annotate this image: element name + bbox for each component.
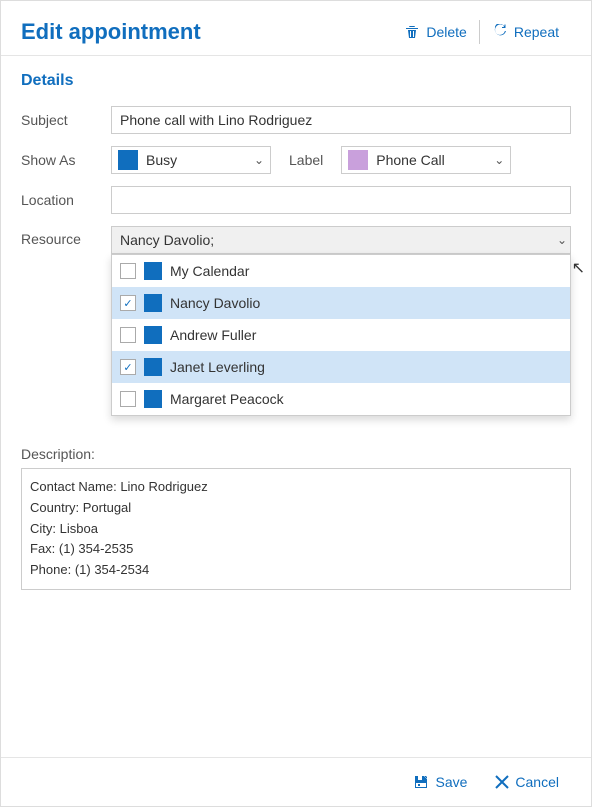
repeat-button[interactable]: Repeat	[480, 20, 571, 44]
phonecall-color-swatch	[348, 150, 368, 170]
location-label: Location	[21, 192, 111, 208]
show-as-dropdown[interactable]: Busy ⌄	[111, 146, 271, 174]
my-calendar-color	[144, 262, 162, 280]
resource-label: Resource	[21, 226, 111, 247]
cancel-button[interactable]: Cancel	[483, 770, 571, 794]
my-calendar-checkbox[interactable]	[120, 263, 136, 279]
location-field	[111, 186, 571, 214]
resource-item-nancy-davolio[interactable]: ✓ Nancy Davolio	[112, 287, 570, 319]
repeat-label: Repeat	[514, 24, 559, 40]
resource-field: Nancy Davolio; ⌄ My Calendar ✓ Na	[111, 226, 571, 254]
busy-value: Busy	[144, 152, 248, 168]
header-actions: Delete Repeat	[392, 20, 571, 44]
label-text: Label	[289, 152, 323, 168]
description-box[interactable]: Contact Name: Lino RodriguezCountry: Por…	[21, 468, 571, 590]
cancel-icon	[495, 775, 509, 789]
phonecall-value: Phone Call	[374, 152, 488, 168]
dialog-content: Details Subject Show As Busy ⌄ Label Pho…	[1, 56, 591, 757]
janet-leverling-name: Janet Leverling	[170, 359, 265, 375]
cancel-label: Cancel	[515, 774, 559, 790]
location-row: Location	[21, 186, 571, 214]
description-label: Description:	[21, 446, 571, 462]
repeat-icon	[492, 24, 508, 40]
nancy-davolio-checkbox[interactable]: ✓	[120, 295, 136, 311]
show-as-row: Show As Busy ⌄ Label Phone Call ⌄	[21, 146, 571, 174]
show-as-label: Show As	[21, 152, 111, 168]
resource-input[interactable]: Nancy Davolio; ⌄	[111, 226, 571, 254]
phonecall-chevron-icon: ⌄	[488, 153, 510, 167]
show-as-field: Busy ⌄ Label Phone Call ⌄	[111, 146, 571, 174]
resource-item-my-calendar[interactable]: My Calendar	[112, 255, 570, 287]
subject-input[interactable]	[111, 106, 571, 134]
margaret-peacock-color	[144, 390, 162, 408]
resource-item-janet-leverling[interactable]: ✓ Janet Leverling	[112, 351, 570, 383]
busy-color-swatch	[118, 150, 138, 170]
resource-dropdown-list: My Calendar ✓ Nancy Davolio Andrew Fulle…	[111, 254, 571, 416]
margaret-peacock-checkbox[interactable]	[120, 391, 136, 407]
label-dropdown[interactable]: Phone Call ⌄	[341, 146, 511, 174]
delete-icon	[404, 24, 420, 40]
edit-appointment-dialog: Edit appointment Delete Repeat Details S…	[0, 0, 592, 807]
dialog-header: Edit appointment Delete Repeat	[1, 1, 591, 56]
resource-row: Resource Nancy Davolio; ⌄ My Calendar	[21, 226, 571, 254]
delete-label: Delete	[426, 24, 466, 40]
andrew-fuller-checkbox[interactable]	[120, 327, 136, 343]
andrew-fuller-name: Andrew Fuller	[170, 327, 256, 343]
resource-item-andrew-fuller[interactable]: Andrew Fuller	[112, 319, 570, 351]
details-section-title: Details	[21, 72, 571, 90]
resource-item-margaret-peacock[interactable]: Margaret Peacock	[112, 383, 570, 415]
busy-chevron-icon: ⌄	[248, 153, 270, 167]
subject-row: Subject	[21, 106, 571, 134]
nancy-davolio-name: Nancy Davolio	[170, 295, 260, 311]
cursor-indicator: ↖	[572, 258, 585, 278]
save-label: Save	[435, 774, 467, 790]
andrew-fuller-color	[144, 326, 162, 344]
location-input[interactable]	[111, 186, 571, 214]
my-calendar-name: My Calendar	[170, 263, 249, 279]
dialog-footer: Save Cancel	[1, 757, 591, 806]
save-button[interactable]: Save	[401, 770, 479, 794]
resource-value: Nancy Davolio;	[120, 232, 214, 248]
janet-leverling-checkbox[interactable]: ✓	[120, 359, 136, 375]
nancy-davolio-color	[144, 294, 162, 312]
margaret-peacock-name: Margaret Peacock	[170, 391, 284, 407]
description-text: Contact Name: Lino RodriguezCountry: Por…	[30, 479, 208, 577]
dialog-title: Edit appointment	[21, 19, 201, 45]
janet-leverling-color	[144, 358, 162, 376]
subject-field	[111, 106, 571, 134]
save-icon	[413, 774, 429, 790]
delete-button[interactable]: Delete	[392, 20, 479, 44]
resource-chevron-icon[interactable]: ⌄	[557, 233, 567, 247]
subject-label: Subject	[21, 112, 111, 128]
